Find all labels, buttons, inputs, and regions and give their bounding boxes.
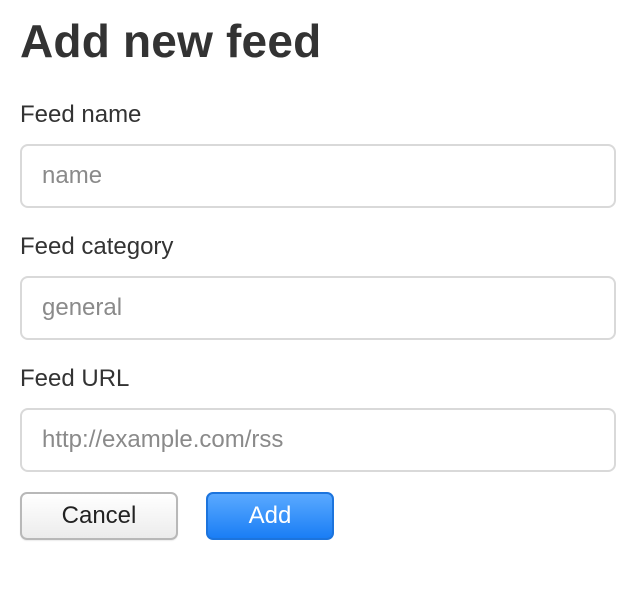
form-actions: Cancel Add	[20, 492, 616, 542]
page-title: Add new feed	[20, 15, 322, 67]
feed-url-input[interactable]	[20, 408, 616, 472]
feed-name-input[interactable]	[20, 144, 616, 208]
add-button[interactable]: Add	[206, 492, 334, 540]
feed-category-input[interactable]	[20, 276, 616, 340]
feed-category-label: Feed category	[20, 233, 174, 260]
cancel-button[interactable]: Cancel	[20, 492, 178, 540]
feed-url-label: Feed URL	[20, 365, 130, 392]
add-feed-form: Add new feed Feed name Feed category Fee…	[20, 0, 616, 542]
feed-name-label: Feed name	[20, 101, 142, 128]
